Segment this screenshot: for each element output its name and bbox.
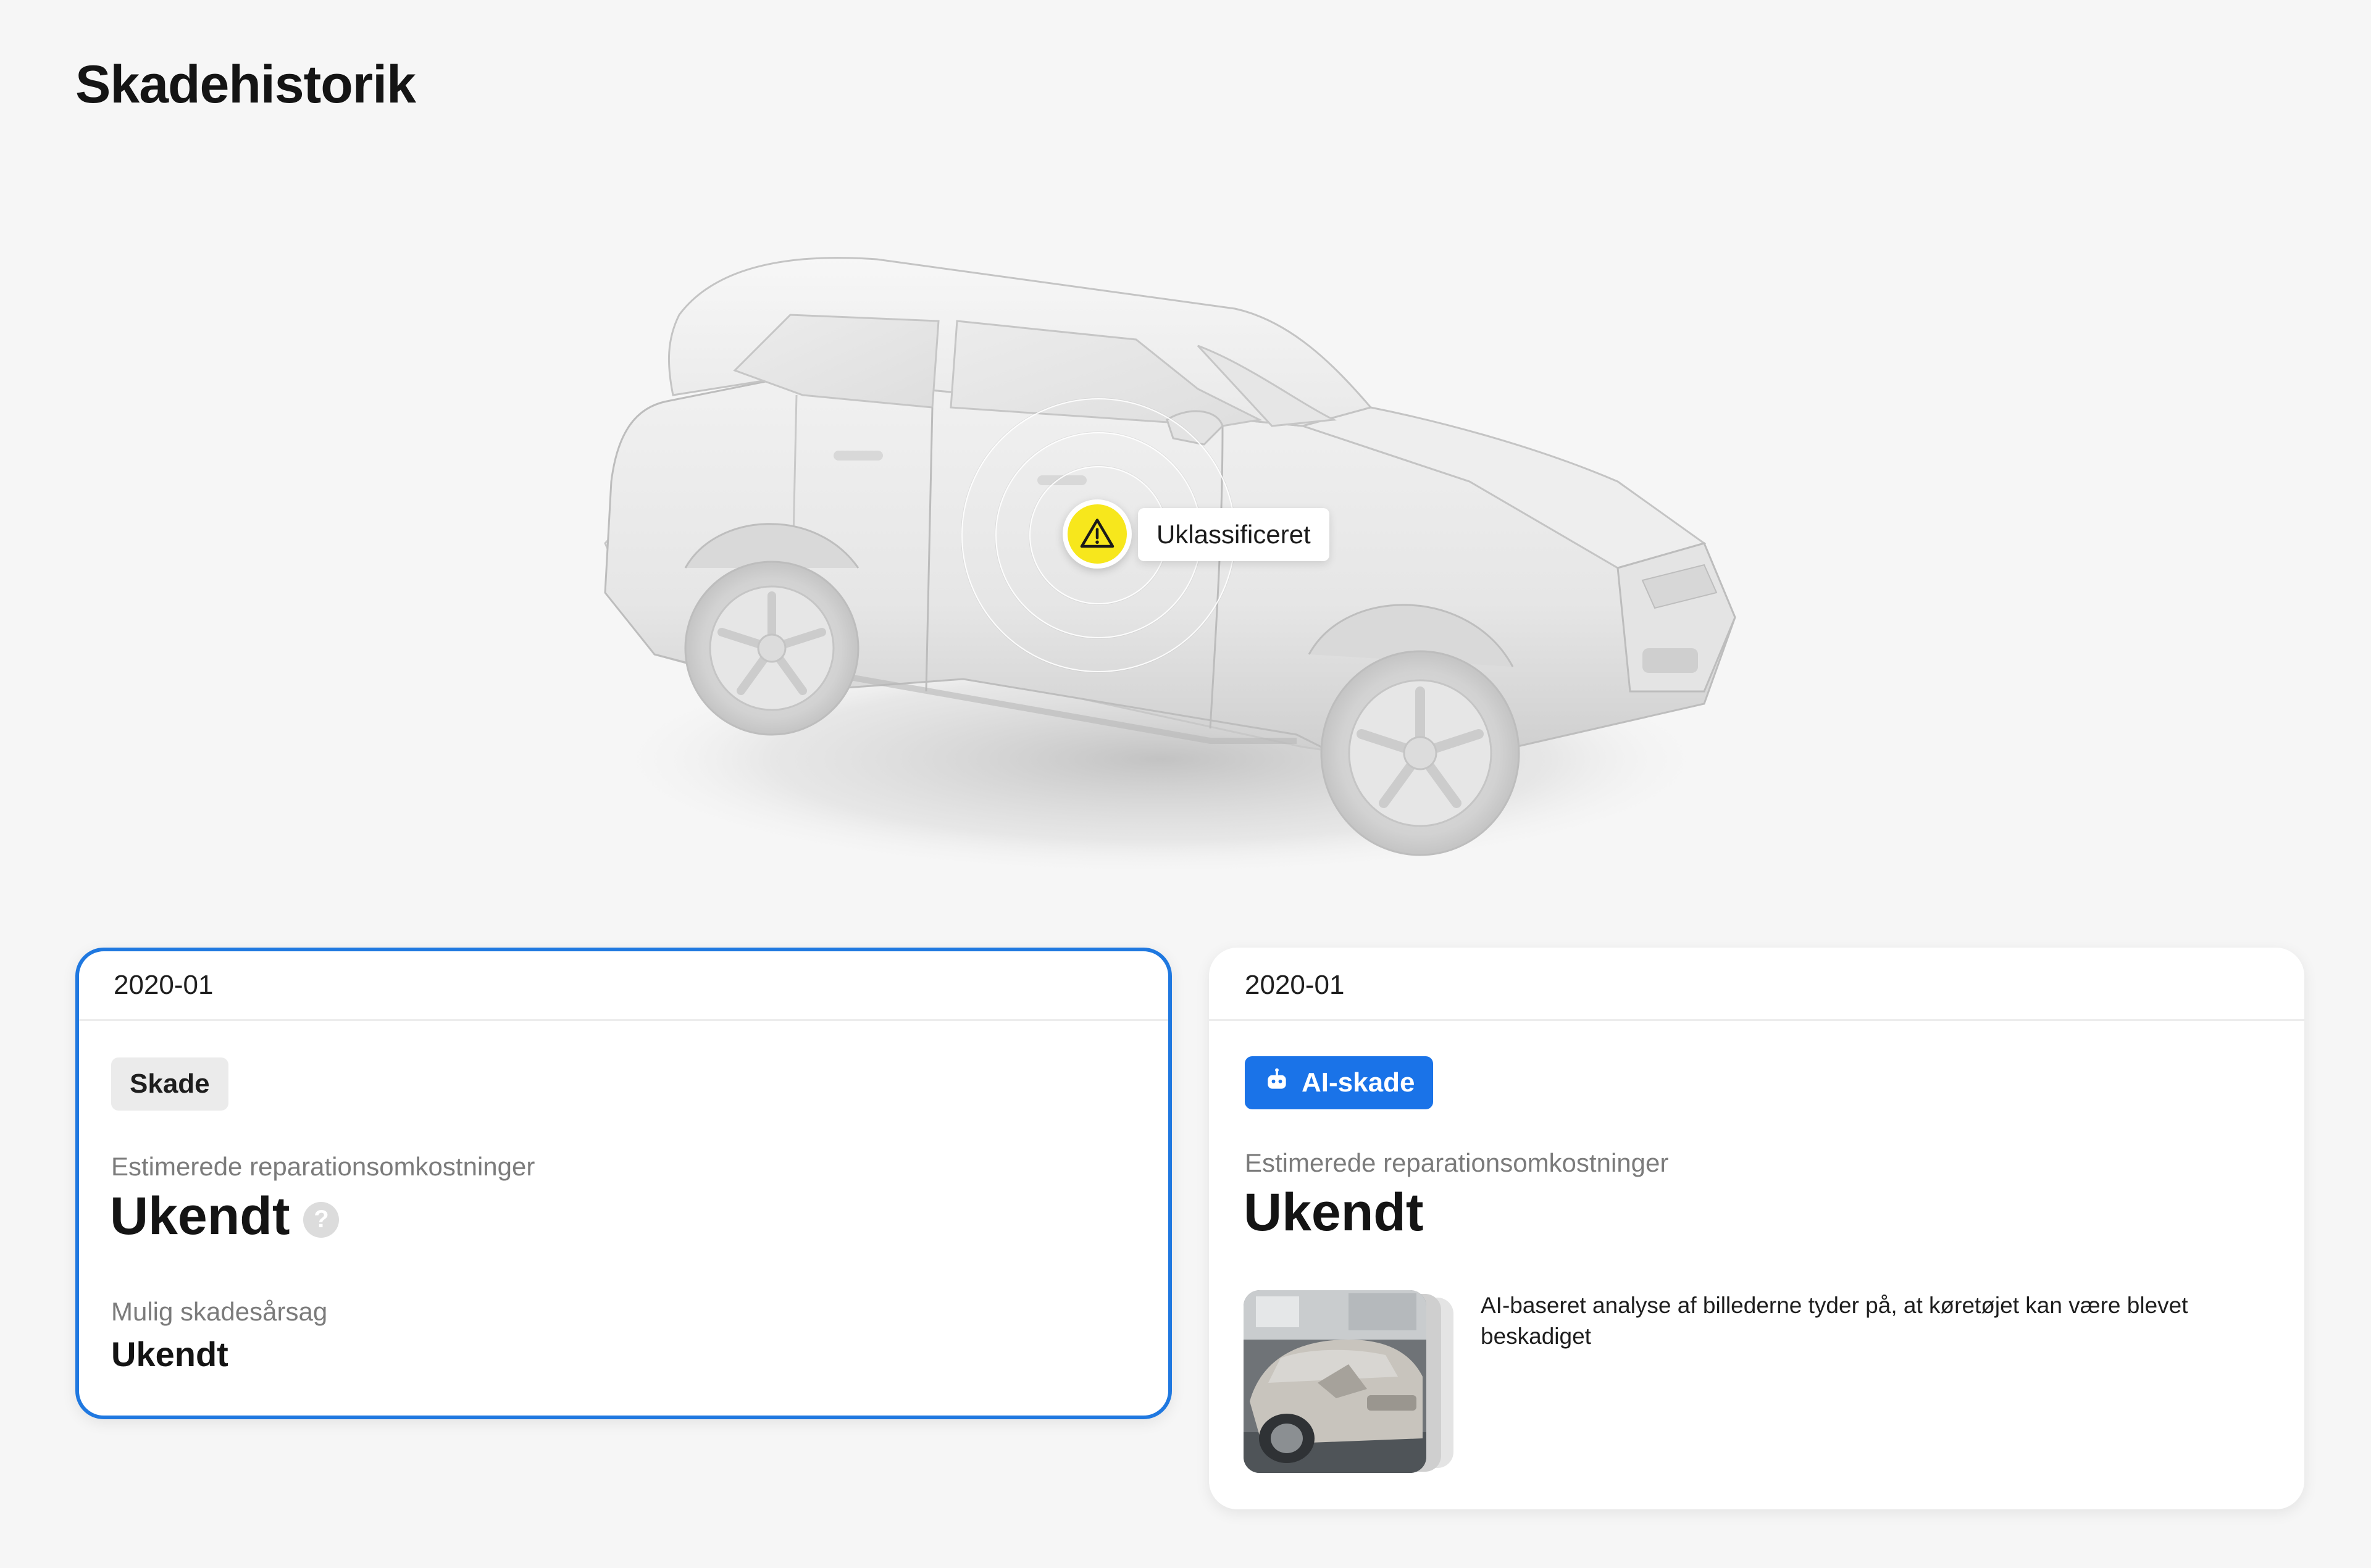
question-icon[interactable]: ? [303, 1201, 340, 1238]
damage-marker-label-text: Uklassificeret [1156, 520, 1311, 549]
damage-photo-stack[interactable] [1244, 1290, 1453, 1475]
ai-analysis-text: AI-baseret analyse af billederne tyder p… [1481, 1293, 2188, 1349]
damage-marker-label[interactable]: Uklassificeret [1138, 508, 1329, 561]
card-divider [1209, 1019, 2304, 1021]
card-date: 2020-01 [114, 970, 214, 1000]
card-divider [79, 1019, 1168, 1021]
robot-icon [1263, 1066, 1290, 1100]
ai-damage-tag-label: AI-skade [1302, 1067, 1415, 1098]
damaged-car-photo[interactable] [1244, 1290, 1426, 1473]
vehicle-illustration: Uklassificeret [531, 222, 1815, 926]
cost-label: Estimerede reparationsomkostninger [111, 1152, 535, 1181]
ai-damage-tag: AI-skade [1245, 1056, 1434, 1109]
cost-value: Ukendt [1244, 1183, 1424, 1242]
cause-label: Mulig skadesårsag [111, 1297, 328, 1326]
damage-type-tag: Skade [111, 1057, 228, 1111]
damage-card-selected[interactable]: 2020-01 Skade Estimerede reparationsomko… [75, 948, 1172, 1419]
damage-type-tag-label: Skade [130, 1069, 210, 1099]
cost-value-text: Ukendt [110, 1186, 290, 1246]
cost-value: Ukendt ? [110, 1186, 340, 1247]
cause-value: Ukendt [111, 1335, 228, 1374]
ai-damage-card[interactable]: 2020-01 AI-skade Estimerede reparationso… [1209, 948, 2304, 1509]
warning-triangle-icon[interactable] [1063, 499, 1132, 569]
page-title: Skadehistorik [75, 55, 416, 114]
cost-label: Estimerede reparationsomkostninger [1245, 1148, 1669, 1177]
card-date: 2020-01 [1245, 970, 1345, 1000]
